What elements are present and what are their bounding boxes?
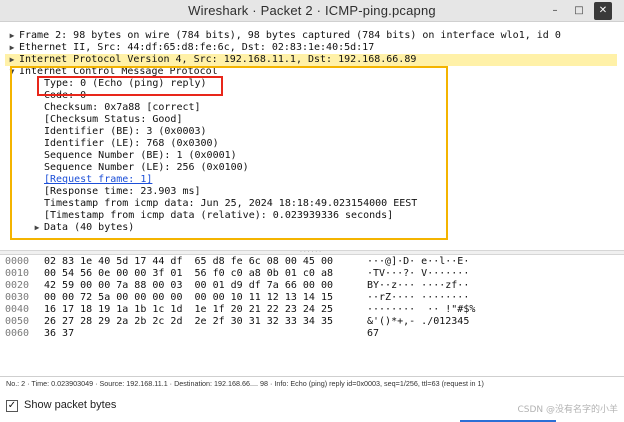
- hex-offset: 0000: [5, 256, 30, 267]
- hex-offset: 0050: [5, 316, 30, 327]
- tree-row-label: Ethernet II, Src: 44:df:65:d8:fe:6c, Dst…: [19, 42, 375, 53]
- maximize-icon[interactable]: □: [570, 2, 588, 20]
- hex-ascii: ···@]·D· e··l··E·: [367, 256, 470, 267]
- hex-bytes: 16 17 18 19 1a 1b 1c 1d 1e 1f 20 21 22 2…: [44, 304, 333, 315]
- tree-row-label: Internet Protocol Version 4, Src: 192.16…: [19, 54, 417, 65]
- hex-bytes: 00 00 72 5a 00 00 00 00 00 00 10 11 12 1…: [44, 292, 333, 303]
- expand-arrow-icon[interactable]: ▶: [5, 42, 19, 54]
- hex-offset: 0030: [5, 292, 30, 303]
- watermark: CSDN @没有名字的小羊: [517, 405, 618, 415]
- hex-bytes: 26 27 28 29 2a 2b 2c 2d 2e 2f 30 31 32 3…: [44, 316, 333, 327]
- hex-ascii: &'()*+,- ./012345: [367, 316, 470, 327]
- minimize-icon[interactable]: –: [546, 2, 564, 20]
- hex-bytes: 36 37: [44, 328, 75, 339]
- hex-offset: 0060: [5, 328, 30, 339]
- hex-offset: 0020: [5, 280, 30, 291]
- tree-row-label: Frame 2: 98 bytes on wire (784 bits), 98…: [19, 30, 561, 41]
- window-titlebar: Wireshark · Packet 2 · ICMP-ping.pcapng …: [0, 0, 624, 22]
- show-bytes-label[interactable]: Show packet bytes: [24, 399, 116, 411]
- hex-bytes: 00 54 56 0e 00 00 3f 01 56 f0 c0 a8 0b 0…: [44, 268, 333, 279]
- hex-bytes: 42 59 00 00 7a 88 00 03 00 01 d9 df 7a 6…: [44, 280, 333, 291]
- hex-ascii: ·TV···?· V·······: [367, 268, 470, 279]
- hex-ascii: BY··z··· ····zf··: [367, 280, 470, 291]
- tree-row-frame[interactable]: ▶ Frame 2: 98 bytes on wire (784 bits), 9…: [5, 30, 617, 42]
- hex-bytes: 02 83 1e 40 5d 17 44 df 65 d8 fe 6c 08 0…: [44, 256, 333, 267]
- show-bytes-checkbox[interactable]: ✓: [6, 400, 18, 412]
- tree-row-ip[interactable]: ▶ Internet Protocol Version 4, Src: 192.1…: [5, 54, 617, 66]
- pane-splitter[interactable]: · · · · · ·: [0, 250, 624, 256]
- hex-ascii: ··rZ···· ········: [367, 292, 470, 303]
- dialog-footer: ✓ Show packet bytes CSDN @没有名字的小羊: [0, 392, 624, 422]
- hex-offset: 0040: [5, 304, 30, 315]
- splitter-grip-icon[interactable]: · · · · · ·: [300, 250, 321, 256]
- close-icon[interactable]: ✕: [594, 2, 612, 20]
- hex-ascii: ········ ·· !"#$%: [367, 304, 476, 315]
- annotation-red-box: [37, 76, 223, 96]
- expand-arrow-icon[interactable]: ▶: [5, 30, 19, 42]
- window-title: Wireshark · Packet 2 · ICMP-ping.pcapng: [188, 3, 436, 18]
- packet-summary-status: No.: 2 · Time: 0.023903049 · Source: 192…: [0, 376, 624, 390]
- hex-offset: 0010: [5, 268, 30, 279]
- packet-bytes-pane: 0000 02 83 1e 40 5d 17 44 df 65 d8 fe 6c …: [5, 256, 617, 368]
- expand-arrow-icon[interactable]: ▶: [5, 54, 19, 66]
- tree-row-ethernet[interactable]: ▶ Ethernet II, Src: 44:df:65:d8:fe:6c, Ds…: [5, 42, 617, 54]
- hex-ascii: 67: [367, 328, 380, 339]
